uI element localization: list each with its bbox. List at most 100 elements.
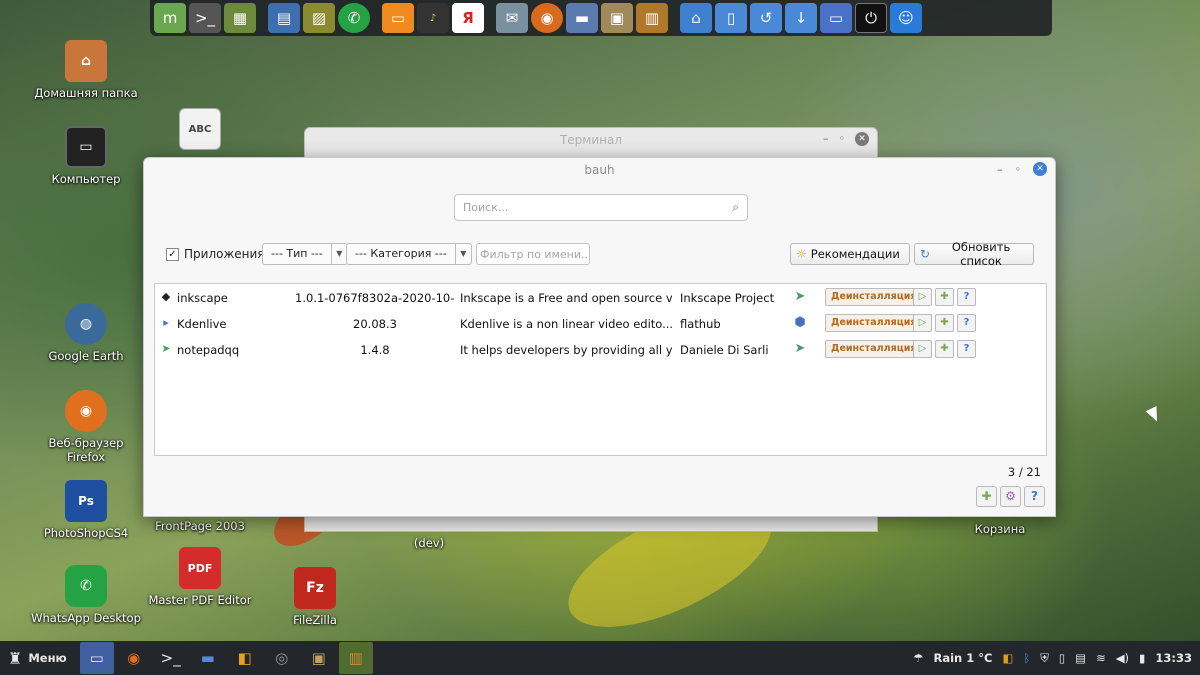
minimize-icon[interactable]: – <box>823 132 829 146</box>
desktop-icon-dev[interactable]: (dev) <box>374 536 484 550</box>
system-tray: ☂ Rain 1 °C ◧ ᛒ ⛨ ▯ ▤ ≋ ◀) ▮ 13:33 <box>913 641 1200 675</box>
show-desktop-icon[interactable]: ▭ <box>79 642 114 674</box>
files-icon[interactable]: ▬ <box>191 642 225 674</box>
home-folder-icon[interactable]: ⌂ <box>680 3 712 33</box>
kdenlive-icon: ▸ <box>163 316 169 329</box>
folder-icon[interactable]: ▬ <box>566 3 598 33</box>
gear-icon[interactable]: ⚙ <box>1000 486 1021 507</box>
refresh-list-button[interactable]: ↻ Обновить список <box>914 240 1034 268</box>
desktop-icon-google-earth[interactable]: ◍ Google Earth <box>31 303 141 363</box>
type-combo[interactable]: --- Тип --- ▼ <box>262 243 348 265</box>
search-icon[interactable]: ⌕ <box>732 200 739 215</box>
treasure-chest-icon[interactable]: ▥ <box>636 3 668 33</box>
search-input[interactable] <box>455 195 715 220</box>
category-combo-value: --- Категория --- <box>347 244 456 264</box>
desktop-icon-frontpage[interactable]: FrontPage 2003 <box>145 519 255 533</box>
monitor-icon[interactable]: ▭ <box>382 3 414 33</box>
desktop-icon-firefox[interactable]: ◉ Веб-браузер Firefox <box>31 390 141 464</box>
notepadqq-icon: ➤ <box>161 342 171 355</box>
tweak-icon[interactable]: ◧ <box>228 642 262 674</box>
power-icon[interactable]: ⏻ <box>855 3 887 33</box>
terminal-window-title: Терминал <box>559 133 623 147</box>
apps-checkbox[interactable]: ✓ Приложения <box>166 247 265 261</box>
maximize-icon[interactable]: ◦ <box>1015 163 1022 176</box>
mail-icon[interactable]: ✉ <box>496 3 528 33</box>
table-row[interactable]: ◆ inkscape 1.0.1-0767f8302a-2020-10-17 I… <box>155 285 1046 311</box>
close-icon[interactable]: ✕ <box>1033 162 1047 176</box>
desktop-icon-trash[interactable]: Корзина <box>945 522 1055 536</box>
desktop-icon-whatsapp[interactable]: ✆ WhatsApp Desktop <box>31 565 141 625</box>
pdf-editor-icon: PDF <box>179 547 221 589</box>
checkbox-check-icon[interactable]: ✓ <box>166 247 179 261</box>
treasure-chest-icon[interactable]: ▥ <box>338 642 373 674</box>
weather-icon[interactable]: ☂ <box>913 651 923 665</box>
whatsapp-icon[interactable]: ✆ <box>338 3 370 33</box>
uninstall-button[interactable]: Деинсталляция <box>825 340 923 358</box>
accessibility-icon[interactable]: ☺ <box>890 3 922 33</box>
menu-button[interactable]: ♜ Меню <box>0 649 77 668</box>
camera-icon[interactable]: ◎ <box>265 642 299 674</box>
yandex-icon[interactable]: Я <box>452 3 484 33</box>
menu-label: Меню <box>28 651 67 665</box>
clock[interactable]: 13:33 <box>1155 651 1192 665</box>
desktop-icon-filezilla[interactable]: Fz FileZilla <box>260 567 370 627</box>
documents-icon[interactable]: ▯ <box>715 3 747 33</box>
info-icon[interactable]: ? <box>957 314 976 332</box>
table-row[interactable]: ➤ notepadqq 1.4.8 It helps developers by… <box>155 337 1046 363</box>
desktop-icon-text-file[interactable]: ABC <box>145 108 255 154</box>
table-row[interactable]: ▸ Kdenlive 20.08.3 Kdenlive is a non lin… <box>155 311 1046 337</box>
clipboard-icon[interactable]: ▯ <box>1059 651 1065 665</box>
desktop-icon-master-pdf[interactable]: PDF Master PDF Editor <box>145 547 255 607</box>
close-icon[interactable]: ✕ <box>855 132 869 146</box>
info-icon[interactable]: ? <box>957 340 976 358</box>
volume-icon[interactable]: ◀) <box>1116 651 1129 665</box>
archive-manager-icon[interactable]: ▣ <box>601 3 633 33</box>
writer-icon[interactable]: ▤ <box>268 3 300 33</box>
photo-icon[interactable]: ▨ <box>303 3 335 33</box>
run-icon[interactable]: ▷ <box>913 314 932 332</box>
name-filter-input[interactable] <box>477 244 587 264</box>
terminal-icon[interactable]: >_ <box>154 642 188 674</box>
terminal-icon[interactable]: >_ <box>189 3 221 33</box>
run-icon[interactable]: ▷ <box>913 288 932 306</box>
firefox-icon[interactable]: ◉ <box>531 3 563 33</box>
settings-plus-icon[interactable]: ✚ <box>935 314 954 332</box>
desktop-icon-computer[interactable]: ▭ Компьютер <box>31 126 141 186</box>
settings-plus-icon[interactable]: ✚ <box>935 340 954 358</box>
app-publisher: flathub <box>680 317 721 331</box>
run-icon[interactable]: ▷ <box>913 340 932 358</box>
mint-logo-icon[interactable]: m <box>154 3 186 33</box>
category-combo[interactable]: --- Категория --- ▼ <box>346 243 472 265</box>
uninstall-button[interactable]: Деинсталляция <box>825 288 923 306</box>
uninstall-button[interactable]: Деинсталляция <box>825 314 923 332</box>
firefox-icon[interactable]: ◉ <box>117 642 151 674</box>
info-icon[interactable]: ? <box>957 288 976 306</box>
maximize-icon[interactable]: ◦ <box>839 132 846 146</box>
whatsapp-icon: ✆ <box>65 565 107 607</box>
archive-manager-icon[interactable]: ▣ <box>302 642 336 674</box>
battery-icon[interactable]: ▮ <box>1139 651 1145 665</box>
screen-icon[interactable]: ▭ <box>820 3 852 33</box>
aimp-icon[interactable]: ♪ <box>417 3 449 33</box>
snap-icon: ➤ <box>794 341 806 356</box>
tweak-tray-icon[interactable]: ◧ <box>1002 651 1013 665</box>
image-viewer-icon[interactable]: ▦ <box>224 3 256 33</box>
downloads-icon[interactable]: ↓ <box>785 3 817 33</box>
desktop-icon-photoshop[interactable]: Ps PhotoShopCS4 <box>31 480 141 540</box>
settings-plus-icon[interactable]: ✚ <box>935 288 954 306</box>
bluetooth-icon[interactable]: ᛒ <box>1023 651 1030 665</box>
apps-table: ◆ inkscape 1.0.1-0767f8302a-2020-10-17 I… <box>154 283 1047 456</box>
weather-text[interactable]: Rain 1 °C <box>933 651 992 665</box>
install-plus-icon[interactable]: ✚ <box>976 486 997 507</box>
help-icon[interactable]: ? <box>1024 486 1045 507</box>
wifi-icon[interactable]: ≋ <box>1096 651 1106 665</box>
filezilla-icon: Fz <box>294 567 336 609</box>
computer-icon: ▭ <box>65 126 107 168</box>
recommendations-button[interactable]: ☼ Рекомендации <box>790 243 910 265</box>
shield-icon[interactable]: ⛨ <box>1040 651 1049 666</box>
us-flag-icon[interactable]: ▤ <box>1075 651 1086 665</box>
desktop-icon-home[interactable]: ⌂ Домашняя папка <box>31 40 141 100</box>
refresh-icon: ↻ <box>920 247 931 261</box>
minimize-icon[interactable]: – <box>997 163 1003 176</box>
backup-icon[interactable]: ↺ <box>750 3 782 33</box>
